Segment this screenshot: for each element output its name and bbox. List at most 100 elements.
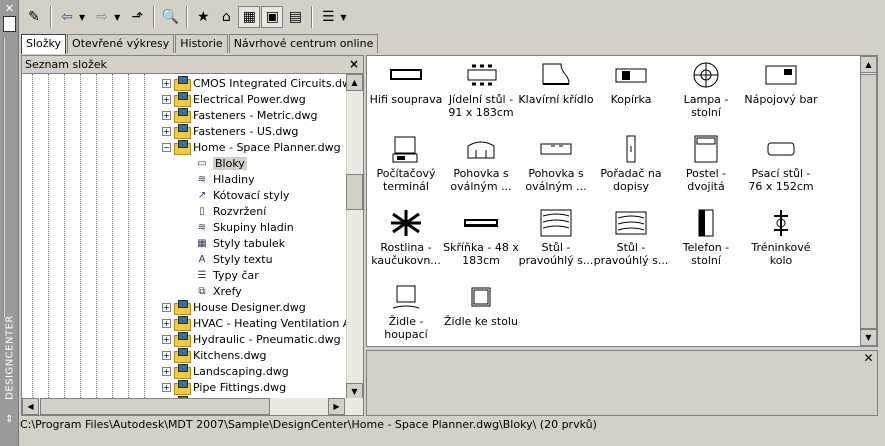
layer-groups-icon: ≋ — [197, 221, 207, 233]
tree-item[interactable]: ↗ Kótovací styly — [194, 187, 290, 203]
tree-item[interactable]: + HVAC - Heating Ventilation Air C — [162, 315, 347, 331]
tree-horizontal-scrollbar[interactable]: ◀ ▶ — [22, 398, 363, 415]
drawing-file-icon — [174, 380, 191, 395]
block-item[interactable]: Psací stůl - 76 x 152cm — [743, 134, 819, 193]
tree-item[interactable]: ⧉ Xrefy — [194, 283, 241, 299]
tree-item[interactable]: + Kitchens.dwg — [162, 347, 267, 363]
description-icon[interactable]: ▤ — [284, 6, 306, 28]
tree-item[interactable]: + Hydraulic - Pneumatic.dwg — [162, 331, 341, 347]
block-item[interactable]: Pořadač na dopisy — [593, 134, 669, 193]
autohide-icon[interactable]: ⇕ — [3, 414, 16, 440]
block-item[interactable]: Tréninkové kolo — [743, 208, 819, 267]
properties-icon[interactable] — [3, 16, 16, 32]
block-item[interactable]: Nápojový bar — [743, 60, 819, 106]
tree-item[interactable]: ☰ Typy čar — [194, 267, 259, 283]
views-dropdown-icon[interactable]: ▼ — [340, 13, 346, 22]
expand-toggle-icon[interactable]: − — [162, 142, 171, 152]
load-icon[interactable]: ✎ — [23, 6, 45, 28]
block-item[interactable]: Jídelní stůl - 91 x 183cm — [443, 60, 519, 119]
tree-close-icon[interactable]: × — [349, 57, 359, 71]
block-item[interactable]: Židle ke stolu — [443, 282, 519, 328]
piano-icon — [518, 60, 594, 90]
forward-icon[interactable]: ⇨ — [91, 6, 113, 28]
block-item[interactable]: Telefon - stolní — [668, 208, 744, 267]
tree-vertical-scrollbar[interactable]: ▲ ▼ — [346, 74, 363, 400]
expand-toggle-icon[interactable]: + — [162, 366, 171, 376]
expand-toggle-icon[interactable]: + — [162, 334, 171, 344]
drag-handle[interactable] — [3, 38, 16, 318]
block-item[interactable]: Lampa - stolní — [668, 60, 744, 119]
expand-toggle-icon[interactable]: + — [162, 318, 171, 328]
tree-item[interactable]: ▭ Bloky — [194, 155, 247, 171]
scroll-thumb[interactable] — [346, 174, 363, 210]
tree-toggle-icon[interactable]: ▦ — [238, 6, 261, 28]
back-dropdown-icon[interactable]: ▼ — [79, 13, 85, 22]
block-item[interactable]: Skříňka - 48 x 183cm — [443, 208, 519, 267]
folder-tree[interactable]: + CMOS Integrated Circuits.dwg + Electrical… — [22, 74, 347, 400]
text-styles-icon: A — [198, 253, 206, 265]
preview-close-icon[interactable]: ✕ — [861, 351, 876, 366]
tree-item[interactable]: + CMOS Integrated Circuits.dwg — [162, 75, 347, 91]
tree-item[interactable]: ▯ Rozvržení — [194, 203, 266, 219]
expand-toggle-icon[interactable]: + — [162, 110, 171, 120]
expand-toggle-icon[interactable]: + — [162, 126, 171, 136]
tree-item[interactable]: + Electrical Power.dwg — [162, 91, 306, 107]
search-icon[interactable]: 🔍 — [159, 6, 181, 28]
palette-titlebar[interactable]: ✕ DESIGNCENTER ⇕ — [0, 0, 19, 446]
block-item[interactable]: Stůl - pravoúhlý s... — [518, 208, 594, 267]
block-item[interactable]: Stůl - pravoúhlý s... — [593, 208, 669, 267]
expand-toggle-icon[interactable]: + — [162, 302, 171, 312]
back-icon[interactable]: ⇦ — [56, 6, 78, 28]
hscroll-thumb[interactable] — [40, 398, 270, 415]
drawing-file-icon — [174, 364, 191, 379]
home-icon[interactable]: ⌂ — [215, 6, 237, 28]
block-item[interactable]: Klavírní křídlo — [518, 60, 594, 106]
tab-dc-online[interactable]: Návrhové centrum online — [228, 34, 379, 53]
block-item[interactable]: Rostlina - kaučukovn... — [368, 208, 444, 267]
block-item-label: Pohovka s oválným ... — [525, 167, 587, 193]
tree-item[interactable]: ≋ Skupiny hladin — [194, 219, 294, 235]
tree-item[interactable]: + Fasteners - Metric.dwg — [162, 107, 317, 123]
close-icon[interactable]: ✕ — [4, 3, 15, 14]
tree-item[interactable]: + Pipe Fittings.dwg — [162, 379, 286, 395]
tab-history[interactable]: Historie — [175, 34, 228, 53]
drawing-file-icon — [174, 108, 191, 123]
block-item[interactable]: Pohovka s oválným ... — [443, 134, 519, 193]
tree-item[interactable]: − Home - Space Planner.dwg — [162, 139, 341, 155]
up-icon[interactable]: ⬏ — [126, 6, 148, 28]
tree-item[interactable]: ▦ Styly tabulek — [194, 235, 285, 251]
block-item[interactable]: Postel - dvojitá — [668, 134, 744, 193]
forward-dropdown-icon[interactable]: ▼ — [114, 13, 120, 22]
tree-item[interactable]: + Fasteners - US.dwg — [162, 123, 298, 139]
preview-icon[interactable]: ▣ — [261, 6, 284, 28]
block-item-label: Hifi souprava — [369, 93, 443, 106]
block-item[interactable]: Pohovka s oválným ... — [518, 134, 594, 193]
content-scroll-up-icon[interactable]: ▲ — [860, 56, 877, 73]
expand-toggle-icon[interactable]: + — [162, 94, 171, 104]
content-scroll-thumb[interactable] — [860, 74, 877, 329]
content-scroll-down-icon[interactable]: ▼ — [860, 329, 877, 346]
scroll-up-icon[interactable]: ▲ — [346, 74, 363, 91]
block-item[interactable]: Židle - houpací — [368, 282, 444, 341]
views-icon[interactable]: ☰ — [317, 6, 339, 28]
content-area[interactable]: Hifi souprava Jídelní stůl - 91 x 183cm Kl… — [366, 55, 878, 347]
block-item[interactable]: Hifi souprava — [368, 60, 444, 106]
favorites-icon[interactable]: ★ — [192, 6, 214, 28]
tree-item[interactable]: ≋ Hladiny — [194, 171, 255, 187]
expand-toggle-icon[interactable]: + — [162, 350, 171, 360]
tree-item[interactable]: + House Designer.dwg — [162, 299, 306, 315]
tab-folders[interactable]: Složky — [21, 34, 67, 54]
lamp-icon — [668, 60, 744, 90]
scroll-left-icon[interactable]: ◀ — [22, 398, 39, 415]
toolbar: ✎ ⇦ ▼ ⇨ ▼ ⬏ 🔍 ★ ⌂ ▦ ▣ ▤ ☰ ▼ — [19, 0, 885, 34]
expand-toggle-icon[interactable]: + — [162, 78, 171, 88]
tree-item[interactable]: + Landscaping.dwg — [162, 363, 289, 379]
block-item[interactable]: Počítačový terminál — [368, 134, 444, 193]
scroll-right-icon[interactable]: ▶ — [328, 398, 345, 415]
content-scrollbar[interactable]: ▲ ▼ — [860, 55, 877, 347]
block-item[interactable]: Kopírka — [593, 60, 669, 106]
expand-toggle-icon[interactable]: + — [162, 382, 171, 392]
tree-item-label: Skupiny hladin — [213, 220, 294, 234]
tab-open-drawings[interactable]: Otevřené výkresy — [67, 34, 175, 53]
tree-item[interactable]: A Styly textu — [194, 251, 273, 267]
